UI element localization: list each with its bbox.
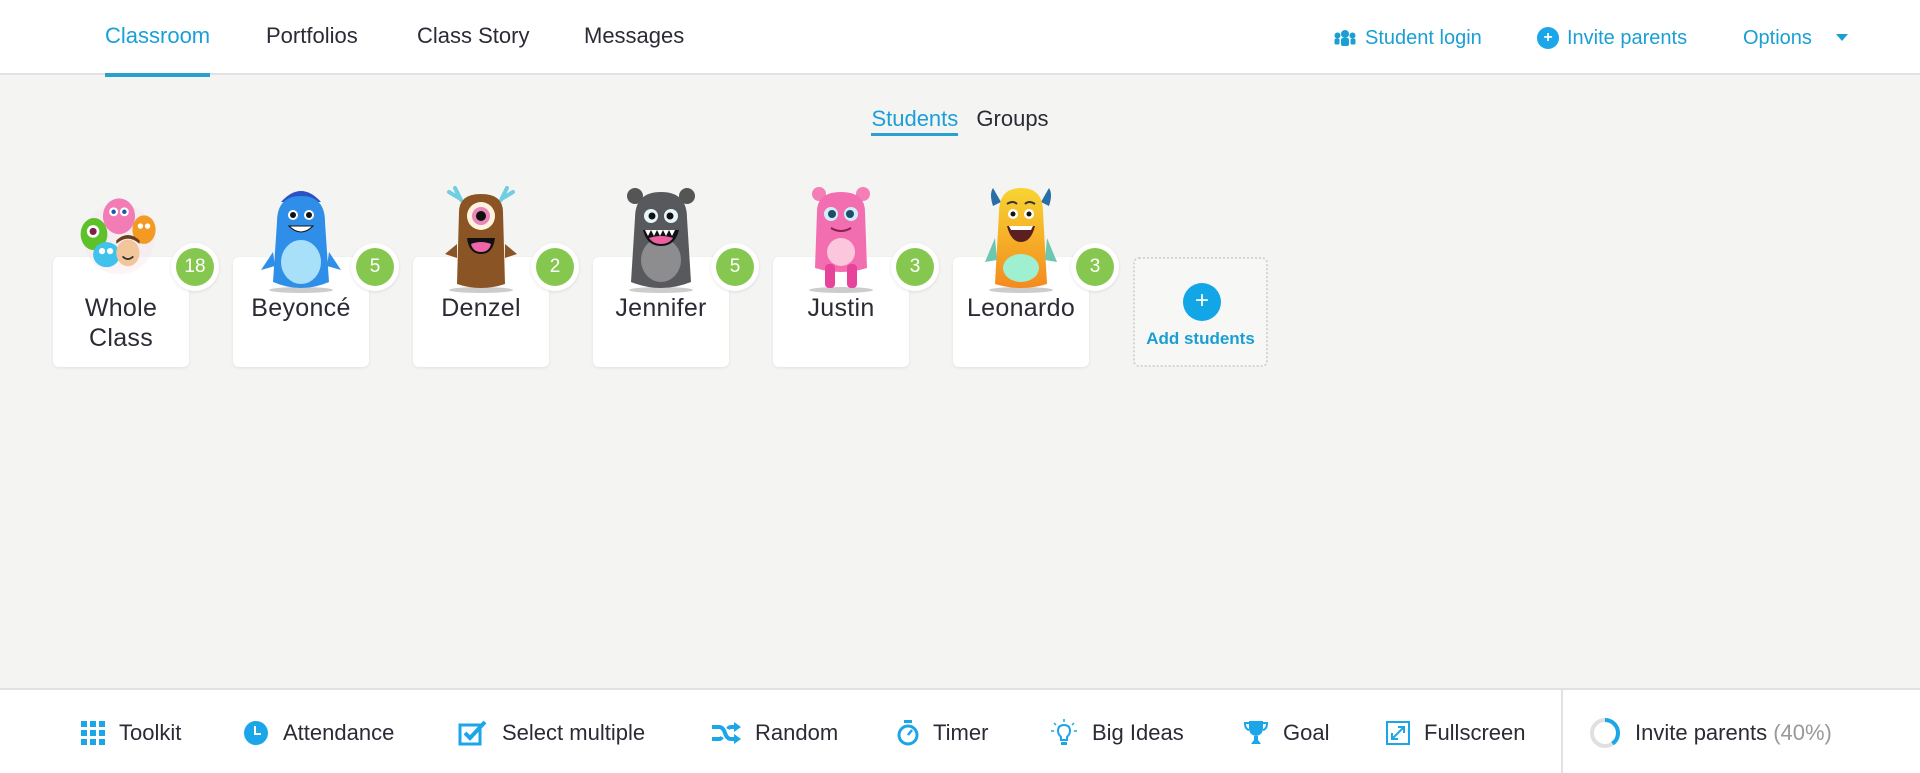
points-badge: 3: [1071, 243, 1119, 291]
grid-icon: [81, 720, 105, 745]
lightbulb-icon: [1051, 718, 1077, 745]
timer-label: Timer: [933, 719, 989, 745]
points-badge: 5: [351, 243, 399, 291]
top-navigation-bar: Classroom Portfolios Class Story Message…: [0, 0, 1920, 77]
points-badge: 5: [711, 243, 759, 291]
student-card-beyonce[interactable]: Beyoncé 5: [233, 191, 399, 367]
points-badge: 2: [531, 243, 579, 291]
subtab-groups[interactable]: Groups: [976, 106, 1048, 133]
shuffle-icon: [712, 721, 741, 744]
attendance-button[interactable]: Attendance: [243, 690, 394, 773]
tab-messages[interactable]: Messages: [584, 0, 684, 75]
goal-button[interactable]: Goal: [1243, 690, 1329, 773]
goal-label: Goal: [1283, 719, 1330, 745]
student-card-justin[interactable]: Justin 3: [773, 187, 939, 367]
timer-button[interactable]: Timer: [897, 690, 988, 773]
invite-parents-progress-text: Invite parents (40%): [1635, 720, 1832, 746]
progress-ring-icon: [1590, 717, 1620, 748]
plus-circle-icon: +: [1537, 26, 1559, 49]
options-label: Options: [1743, 26, 1812, 49]
add-students-label: Add students: [1146, 329, 1255, 348]
student-card-leonardo[interactable]: Leonardo 3: [953, 188, 1119, 367]
fullscreen-label: Fullscreen: [1424, 719, 1526, 745]
student-name: Leonardo: [966, 294, 1076, 322]
fullscreen-button[interactable]: Fullscreen: [1386, 690, 1525, 773]
random-button[interactable]: Random: [711, 690, 838, 773]
fullscreen-icon: [1386, 720, 1410, 745]
name-line-1: Whole: [84, 294, 158, 322]
whole-class-monsters-avatar: [80, 198, 156, 275]
invite-parents-label: Invite parents: [1567, 26, 1688, 49]
invite-parents-button[interactable]: + Invite parents: [1537, 0, 1687, 75]
add-students-button[interactable]: + Add students: [1133, 257, 1268, 367]
attendance-label: Attendance: [283, 719, 395, 745]
view-toggle: Students Groups: [0, 106, 1920, 136]
tab-classroom[interactable]: Classroom: [105, 0, 211, 77]
clock-icon: [244, 720, 268, 745]
student-name: Denzel: [441, 294, 521, 322]
select-multiple-button[interactable]: Select multiple: [458, 690, 645, 773]
tab-class-story[interactable]: Class Story: [417, 0, 529, 75]
student-card-whole-class[interactable]: Whole Class 18: [53, 198, 219, 367]
student-card-denzel[interactable]: Denzel 2: [413, 186, 579, 367]
select-multiple-label: Select multiple: [502, 719, 646, 745]
points-badge: 18: [171, 243, 219, 291]
yellow-monster-avatar: [985, 188, 1057, 293]
student-name: Beyoncé: [251, 294, 351, 322]
points-value: 3: [1076, 248, 1114, 286]
student-name: Justin: [807, 294, 875, 322]
random-label: Random: [755, 719, 839, 745]
student-login-label: Student login: [1365, 26, 1482, 49]
toolkit-button[interactable]: Toolkit: [81, 690, 181, 773]
gray-monster-avatar: [627, 188, 695, 293]
toolkit-label: Toolkit: [119, 719, 182, 745]
tab-portfolios[interactable]: Portfolios: [266, 0, 358, 75]
student-name: Jennifer: [615, 294, 707, 322]
points-value: 5: [356, 248, 394, 286]
options-dropdown[interactable]: Options: [1743, 0, 1848, 75]
students-group-icon: [1334, 29, 1356, 46]
points-value: 3: [896, 248, 934, 286]
big-ideas-button[interactable]: Big Ideas: [1050, 690, 1184, 773]
checkbox-icon: [458, 720, 487, 745]
points-value: 5: [716, 248, 754, 286]
student-login-button[interactable]: Student login: [1333, 0, 1482, 75]
bottom-toolbar: Toolkit Attendance Select multiple Rando…: [0, 688, 1920, 773]
stopwatch-icon: [897, 719, 919, 745]
toolbar-divider: [1561, 690, 1563, 773]
student-name: Whole Class: [53, 293, 189, 353]
blue-monster-avatar: [261, 191, 341, 293]
big-ideas-label: Big Ideas: [1092, 719, 1184, 745]
points-value: 18: [176, 248, 214, 286]
student-card-jennifer[interactable]: Jennifer 5: [593, 188, 759, 367]
caret-down-icon: [1835, 34, 1848, 41]
points-badge: 3: [891, 243, 939, 291]
pink-monster-avatar: [809, 187, 873, 293]
invite-parents-progress-button[interactable]: Invite parents (40%): [1589, 690, 1832, 773]
plus-icon: +: [1183, 283, 1221, 321]
trophy-icon: [1243, 720, 1269, 744]
invite-parents-percent: (40%): [1773, 719, 1832, 745]
brown-cyclops-monster-avatar: [445, 186, 517, 293]
invite-parents-progress-label: Invite parents: [1635, 719, 1768, 745]
points-value: 2: [536, 248, 574, 286]
name-line-2: Class: [88, 324, 153, 352]
subtab-students[interactable]: Students: [871, 106, 959, 136]
